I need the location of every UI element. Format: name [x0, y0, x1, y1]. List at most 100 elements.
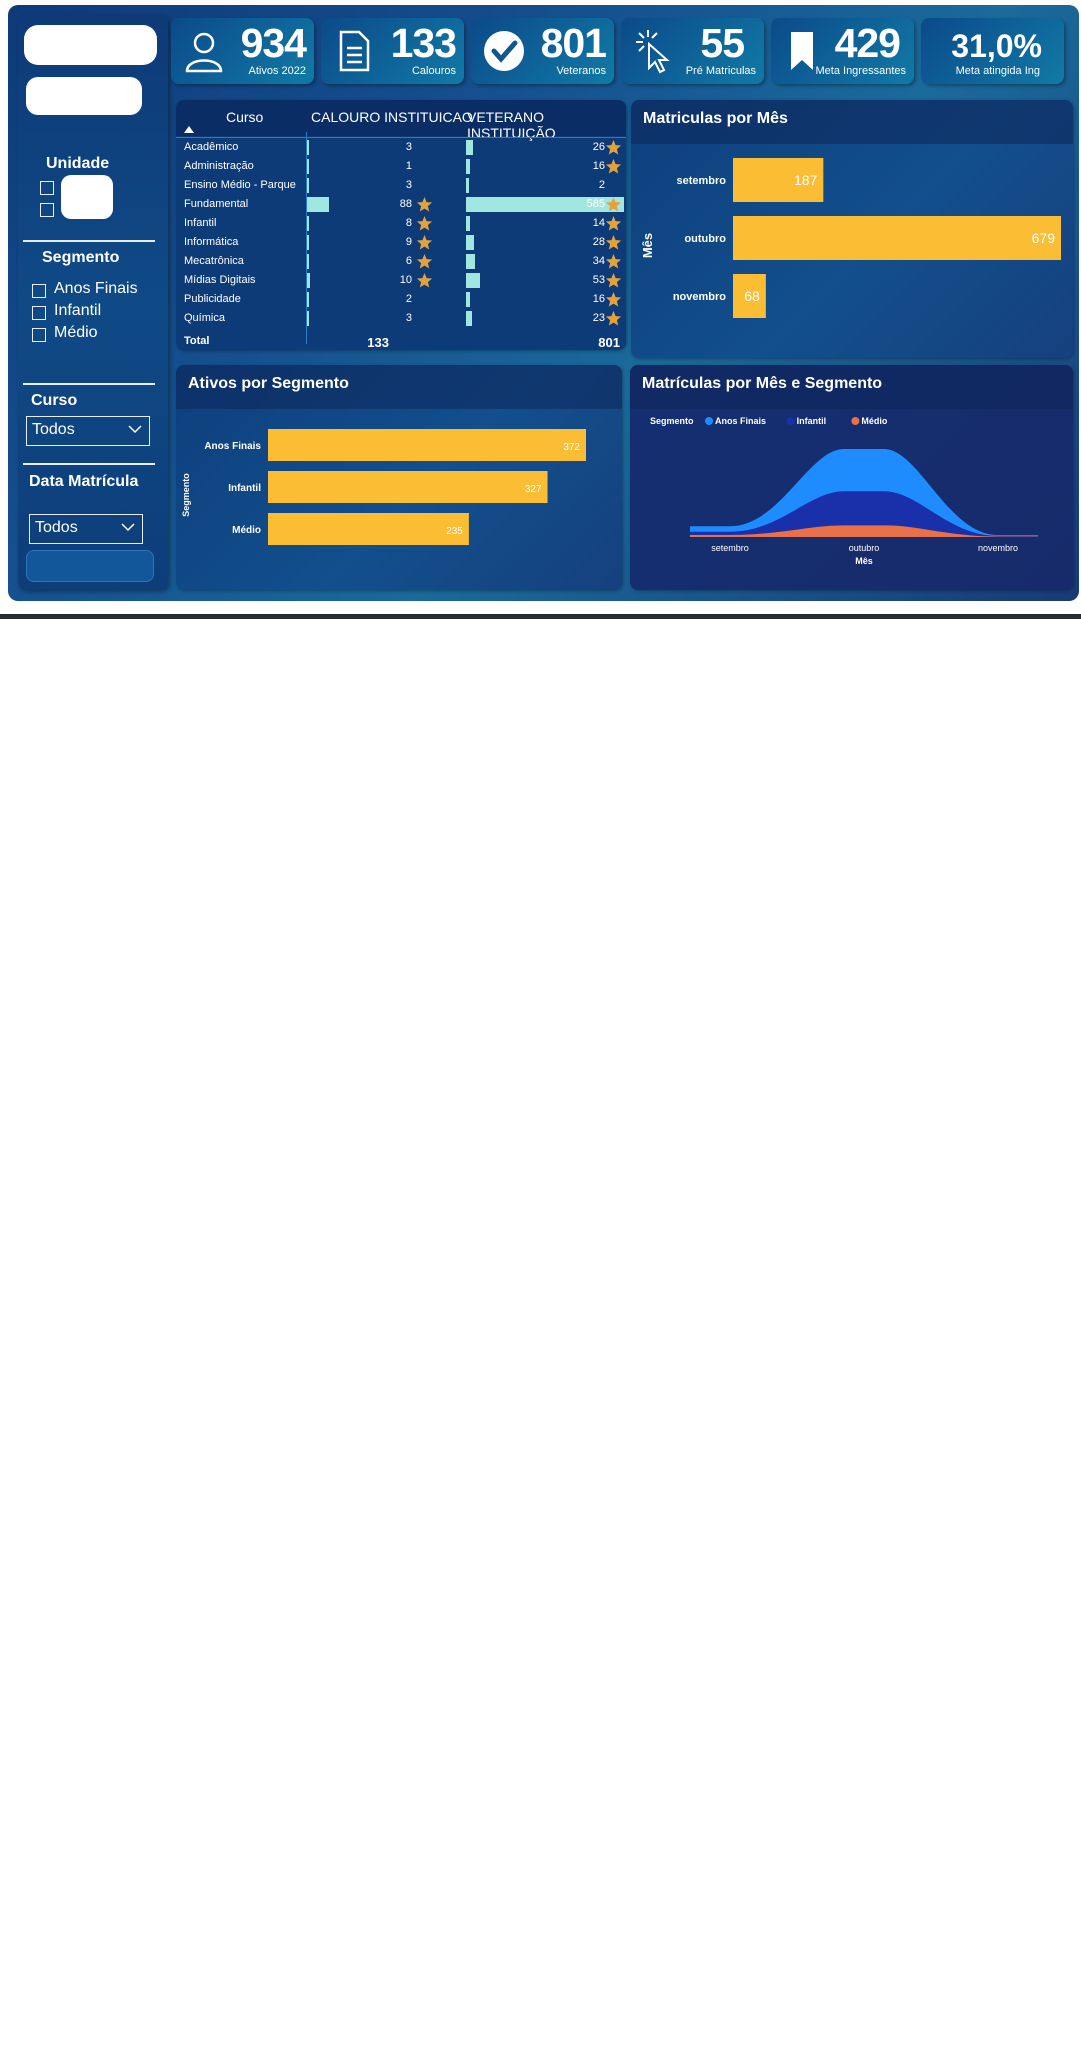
- cell-curso: Informática: [184, 236, 239, 248]
- dashboard-background: Unidade Segmento Anos Finais Infantil Mé…: [8, 5, 1079, 601]
- curso-title: Curso: [31, 392, 78, 409]
- cell-veterano: 26: [592, 141, 605, 153]
- kpi-label: Meta atingida Ing: [955, 65, 1040, 77]
- total-veterano: 801: [598, 335, 620, 350]
- column-header-calouro[interactable]: CALOURO INSTITUICAO: [311, 109, 473, 125]
- ativos-por-segmento-chart: Anos Finais 372 Infantil 327 Médio 235: [204, 429, 586, 545]
- unidade-checkbox-2[interactable]: [40, 203, 54, 217]
- kpi-value: 31,0%: [951, 28, 1042, 64]
- star-icon: [605, 159, 622, 174]
- segmento-checkbox-medio[interactable]: [32, 328, 46, 342]
- bar[interactable]: [733, 216, 1061, 260]
- cell-veterano: 23: [592, 312, 605, 324]
- bar[interactable]: [268, 513, 469, 545]
- calouro-databar: [307, 159, 309, 174]
- curso-dropdown[interactable]: Todos: [26, 416, 150, 446]
- cell-calouro: 1: [405, 160, 412, 172]
- data-label: 679: [1032, 230, 1056, 246]
- category-label: novembro: [673, 291, 726, 303]
- veterano-databar: [466, 292, 471, 307]
- chart-title: Matrículas por Mês e Segmento: [642, 375, 883, 392]
- matriculas-mes-segmento-chart: Segmento Anos Finais Infantil Médio setembro…: [650, 416, 1038, 566]
- cell-curso: Administração: [184, 160, 254, 172]
- veterano-databar: [466, 159, 471, 174]
- table-total-row: Total 133 801: [176, 332, 626, 351]
- legend-item[interactable]: Médio: [861, 416, 888, 426]
- cell-curso: Infantil: [184, 217, 217, 229]
- veterano-databar: [466, 273, 481, 288]
- x-tick-label: outubro: [849, 543, 880, 553]
- logo-placeholder: [24, 25, 157, 65]
- calouro-databar: [307, 178, 309, 193]
- table-row[interactable]: Infantil 8 14: [176, 214, 626, 233]
- star-icon: [416, 273, 433, 288]
- veterano-databar: [466, 216, 470, 231]
- matriculas-por-mes-panel: Matriculas por Mês Mês setembro 187 outubr…: [631, 100, 1073, 358]
- legend-marker: [705, 417, 713, 425]
- kpi-value: 801: [540, 20, 607, 66]
- kpi-card-ativos: 934 Ativos 2022: [171, 18, 314, 84]
- star-icon: [416, 216, 433, 231]
- cell-calouro: 2: [405, 293, 412, 305]
- matriculas-por-mes-chart: setembro 187 outubro 679 novembro 68: [673, 158, 1061, 318]
- segmento-label-medio[interactable]: Médio: [54, 324, 98, 342]
- kpi-value: 429: [834, 20, 901, 66]
- check-circle-icon: [484, 31, 524, 71]
- segmento-label-infantil[interactable]: Infantil: [54, 302, 101, 320]
- kpi-label: Calouros: [411, 65, 456, 77]
- table-row[interactable]: Administração 1 16: [176, 157, 626, 176]
- chart-title: Ativos por Segmento: [188, 375, 349, 392]
- cell-curso: Acadêmico: [184, 141, 239, 153]
- legend-marker: [851, 417, 860, 425]
- table-row[interactable]: Ensino Médio - Parque 3 2: [176, 176, 626, 195]
- table-row[interactable]: Acadêmico 3 26: [176, 138, 626, 157]
- cell-calouro: 3: [405, 179, 412, 191]
- kpi-value: 934: [240, 20, 307, 66]
- legend-item[interactable]: Infantil: [797, 416, 827, 426]
- data-label: 235: [446, 526, 463, 537]
- unidade-checkbox-1[interactable]: [40, 181, 54, 195]
- table-row[interactable]: Informática 9 28: [176, 233, 626, 252]
- segmento-checkbox-infantil[interactable]: [32, 306, 46, 320]
- kpi-card-calouros: 133 Calouros: [321, 18, 464, 84]
- calouro-databar: [307, 235, 310, 250]
- star-icon: [605, 235, 622, 250]
- calouro-databar: [307, 254, 309, 269]
- chevron-down-icon: [128, 425, 142, 434]
- clear-filters-button[interactable]: [26, 550, 154, 582]
- data-label: 68: [744, 288, 760, 304]
- kpi-value: 133: [390, 20, 457, 66]
- cell-veterano: 34: [592, 255, 605, 267]
- divider: [23, 383, 155, 385]
- cell-veterano: 16: [592, 293, 605, 305]
- kpi-card-pre-matriculas: 55 Pré Matriculas: [621, 18, 764, 84]
- star-icon: [416, 197, 433, 212]
- bar[interactable]: [268, 471, 548, 503]
- table-row[interactable]: Química 3 23: [176, 309, 626, 328]
- veterano-databar: [466, 140, 474, 155]
- kpi-label: Pré Matriculas: [685, 65, 756, 77]
- kpi-value: 55: [700, 20, 745, 66]
- data-matricula-dropdown[interactable]: Todos: [29, 514, 143, 544]
- x-tick-label: novembro: [978, 543, 1018, 553]
- table-row[interactable]: Publicidade 2 16: [176, 290, 626, 309]
- cell-curso: Publicidade: [184, 293, 241, 305]
- cell-curso: Mídias Digitais: [184, 274, 256, 286]
- data-matricula-dropdown-value: Todos: [35, 519, 78, 536]
- x-axis-label: Mês: [855, 556, 873, 566]
- segmento-label-anos-finais[interactable]: Anos Finais: [54, 280, 138, 298]
- table-row[interactable]: Mídias Digitais 10 53: [176, 271, 626, 290]
- bar[interactable]: [268, 429, 586, 461]
- column-header-curso[interactable]: Curso: [226, 109, 263, 125]
- table-row[interactable]: Mecatrônica 6 34: [176, 252, 626, 271]
- category-label: outubro: [684, 233, 726, 245]
- divider: [23, 463, 155, 465]
- unidade-title: Unidade: [46, 155, 110, 172]
- segmento-checkbox-anos-finais[interactable]: [32, 284, 46, 298]
- legend-item[interactable]: Anos Finais: [715, 416, 766, 426]
- table-row[interactable]: Fundamental 88 585: [176, 195, 626, 214]
- cell-curso: Fundamental: [184, 198, 249, 210]
- star-icon: [605, 140, 622, 155]
- cell-calouro: 10: [399, 274, 412, 286]
- star-icon: [605, 254, 622, 269]
